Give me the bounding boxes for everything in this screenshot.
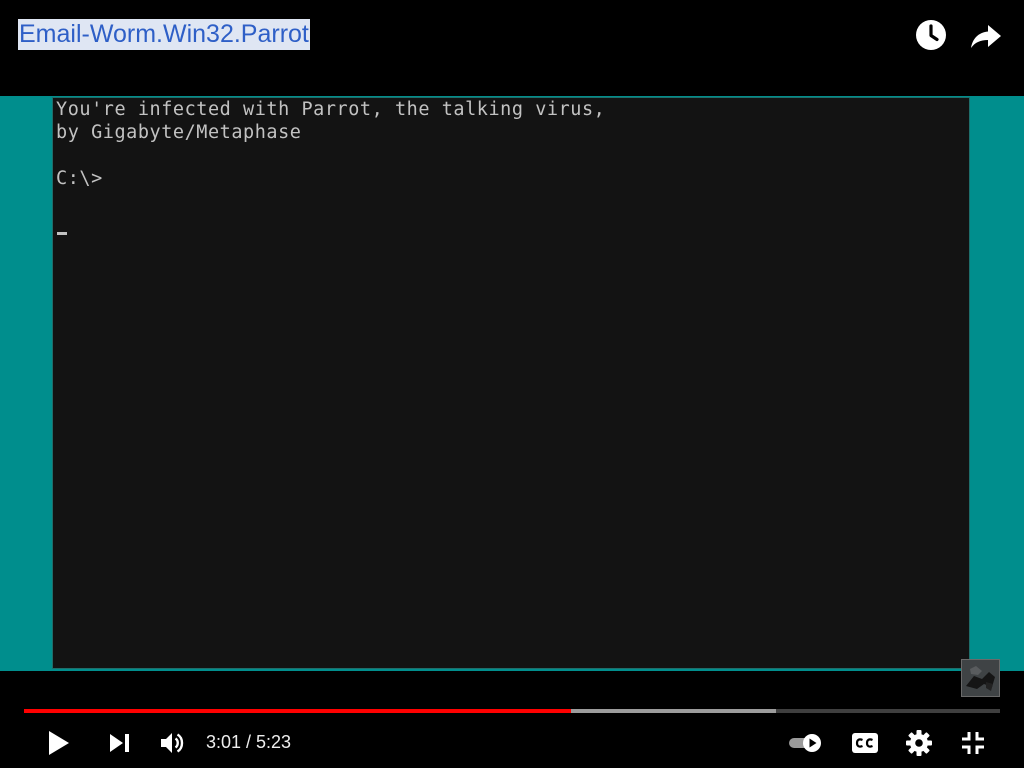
settings-button[interactable] xyxy=(901,725,937,761)
exit-fullscreen-icon xyxy=(962,732,984,754)
terminal-line: You're infected with Parrot, the talking… xyxy=(56,99,606,120)
play-button[interactable] xyxy=(40,725,76,761)
terminal-line: by Gigabyte/Metaphase xyxy=(56,122,302,143)
play-icon xyxy=(49,731,69,755)
top-bar: Email-Worm.Win32.Parrot xyxy=(0,0,1024,96)
exit-fullscreen-button[interactable] xyxy=(955,725,991,761)
text-cursor xyxy=(57,232,67,235)
channel-avatar-image xyxy=(962,660,999,696)
autoplay-toggle[interactable] xyxy=(786,725,826,761)
time-display: 3:01 / 5:23 xyxy=(206,732,292,752)
share-button[interactable] xyxy=(968,17,1004,53)
player-controls: 3:01 / 5:23 xyxy=(0,659,1024,768)
next-track-icon xyxy=(110,734,129,752)
dos-terminal: You're infected with Parrot, the talking… xyxy=(52,97,970,669)
closed-captions-icon xyxy=(852,733,878,753)
video-player[interactable]: Email-Worm.Win32.Parrot You're infected … xyxy=(0,0,1024,768)
progress-played xyxy=(24,709,571,713)
channel-avatar[interactable] xyxy=(961,659,1000,697)
progress-bar[interactable] xyxy=(24,709,1000,713)
video-title[interactable]: Email-Worm.Win32.Parrot xyxy=(18,19,310,50)
volume-button[interactable] xyxy=(155,725,191,761)
captions-button[interactable] xyxy=(847,725,883,761)
clock-icon xyxy=(916,20,946,50)
next-button[interactable] xyxy=(102,725,138,761)
gear-icon xyxy=(906,730,932,756)
share-arrow-icon xyxy=(971,25,1001,48)
volume-icon xyxy=(161,733,184,753)
autoplay-toggle-icon xyxy=(789,734,821,752)
terminal-prompt: C:\> xyxy=(56,168,103,189)
watch-later-button[interactable] xyxy=(913,17,949,53)
video-content[interactable]: You're infected with Parrot, the talking… xyxy=(0,96,1024,671)
